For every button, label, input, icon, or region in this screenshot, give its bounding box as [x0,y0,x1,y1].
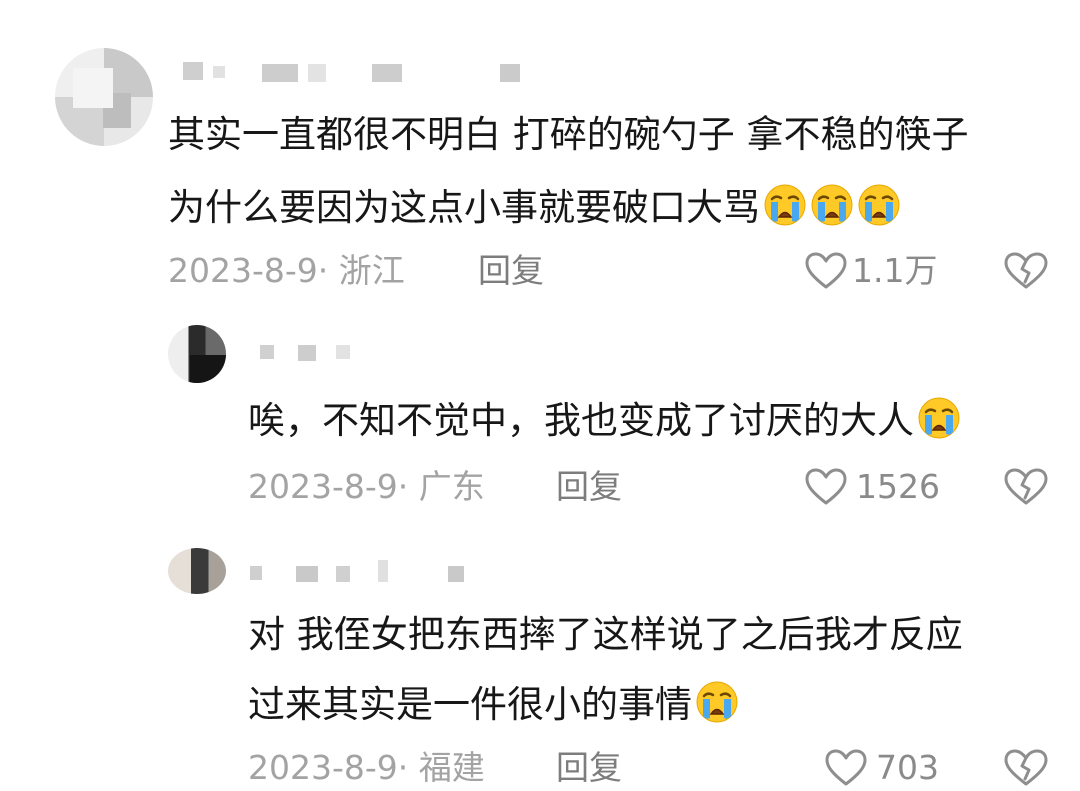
comment-meta: 2023-8-9· 福建 [248,748,485,787]
heart-outline-icon[interactable] [805,468,847,510]
comment-text-line: 对 我侄女把东西摔了这样说了之后我才反应 [248,613,963,656]
broken-heart-icon[interactable] [1004,252,1048,294]
avatar[interactable] [55,48,153,146]
crying-face-emoji [917,396,961,453]
username-blurred [262,64,298,82]
like-count: 1.1万 [852,251,938,290]
broken-heart-icon[interactable] [1004,749,1048,791]
username-blurred [500,64,520,82]
crying-face-emoji [810,183,854,240]
like-count: 703 [876,748,939,787]
crying-face-emoji [695,680,739,737]
like-count: 1526 [856,467,940,506]
username-blurred [213,66,225,78]
username-blurred [250,566,262,580]
reply-button[interactable]: 回复 [556,467,622,507]
avatar[interactable] [168,325,226,383]
heart-outline-icon[interactable] [825,749,867,791]
broken-heart-icon[interactable] [1004,468,1048,510]
username-blurred [448,566,464,582]
username-blurred [336,566,350,582]
crying-face-emoji [857,183,901,240]
username-blurred [336,345,350,359]
reply-button[interactable]: 回复 [556,748,622,788]
avatar[interactable] [168,548,226,594]
comment-text-line: 唉，不知不觉中，我也变成了讨厌的大人 [248,396,961,453]
username-blurred [260,345,274,359]
comment-text-line: 为什么要因为这点小事就要破口大骂 [168,183,901,240]
comment-meta: 2023-8-9· 浙江 [168,251,405,290]
username-blurred [372,64,402,82]
comment-meta: 2023-8-9· 广东 [248,467,485,506]
comment-text-line: 过来其实是一件很小的事情 [248,680,739,737]
reply-button[interactable]: 回复 [478,251,544,291]
username-blurred [378,560,388,582]
username-blurred [183,62,203,80]
username-blurred [308,64,326,82]
comment-text-line: 其实一直都很不明白 打碎的碗勺子 拿不稳的筷子 [168,113,969,156]
username-blurred [296,566,318,582]
username-blurred [298,345,316,361]
heart-outline-icon[interactable] [805,252,847,294]
crying-face-emoji [763,183,807,240]
